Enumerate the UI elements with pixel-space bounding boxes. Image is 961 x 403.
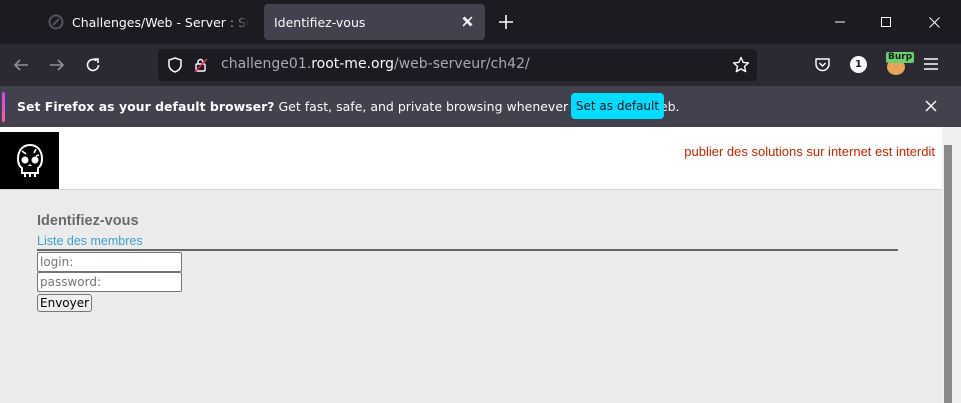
divider [37,249,898,251]
set-as-default-button[interactable]: Set as default [571,93,664,119]
close-notification-button[interactable] [920,95,942,117]
shield-icon[interactable] [167,57,183,73]
pocket-icon[interactable] [814,56,831,73]
back-arrow-icon [13,59,28,71]
reload-icon [86,58,100,72]
reload-button[interactable] [79,51,107,79]
submit-button[interactable]: Envoyer [37,294,93,312]
scrollbar-thumb[interactable] [944,145,952,403]
maximize-icon [881,17,891,27]
back-button[interactable] [7,51,35,79]
url-bar[interactable]: challenge01.root-me.org/web-serveur/ch42… [158,49,757,81]
warning-notice: publier des solutions sur internet est i… [684,144,935,159]
close-window-button[interactable] [920,8,948,36]
notification-accent [2,92,5,122]
url-path: /web-serveur/ch42/ [393,56,530,72]
notification-bold-text: Set Firefox as your default browser? [17,99,275,114]
url-domain: root-me.org [311,56,394,72]
tab-title: Challenges/Web - Server : SQL injection [72,14,250,30]
new-tab-button[interactable] [494,10,518,34]
burp-label: Burp [886,52,915,63]
page-header: publier des solutions sur internet est i… [0,127,942,190]
scrollbar[interactable] [942,127,961,403]
url-prefix: challenge01. [221,56,312,72]
password-input[interactable]: password: [37,272,182,292]
skull-logo-icon [16,143,43,177]
minimize-icon [835,21,845,23]
plus-icon [499,15,513,29]
insecure-lock-icon[interactable] [193,57,209,73]
navigation-bar: challenge01.root-me.org/web-serveur/ch42… [0,44,961,86]
tab-title: Identifiez-vous [274,14,366,30]
tab-identifiez-vous[interactable]: Identifiez-vous [264,4,485,40]
url-text[interactable]: challenge01.root-me.org/web-serveur/ch42… [221,56,530,72]
hamburger-menu-icon[interactable] [924,57,938,71]
maximize-button[interactable] [872,8,900,36]
star-icon[interactable] [732,56,750,74]
close-icon [928,16,940,28]
default-browser-notification: Set Firefox as your default browser? Get… [0,86,961,127]
downloads-badge[interactable]: 1 [850,56,867,73]
burp-extension-button[interactable]: Burp [885,51,915,77]
page-title: Identifiez-vous [37,213,139,229]
tab-sql-injection[interactable]: Challenges/Web - Server : SQL injection [38,4,260,40]
page-content: publier des solutions sur internet est i… [0,127,961,403]
minimize-button[interactable] [826,8,854,36]
tab-favicon-icon [48,14,64,30]
close-icon [925,100,937,112]
members-list-link[interactable]: Liste des membres [37,234,143,248]
tab-strip: Challenges/Web - Server : SQL injection … [0,0,961,44]
login-input[interactable]: login: [37,252,182,272]
root-me-logo[interactable] [0,132,59,189]
forward-arrow-icon [50,59,65,71]
forward-button[interactable] [43,51,71,79]
close-tab-icon[interactable] [463,16,473,26]
